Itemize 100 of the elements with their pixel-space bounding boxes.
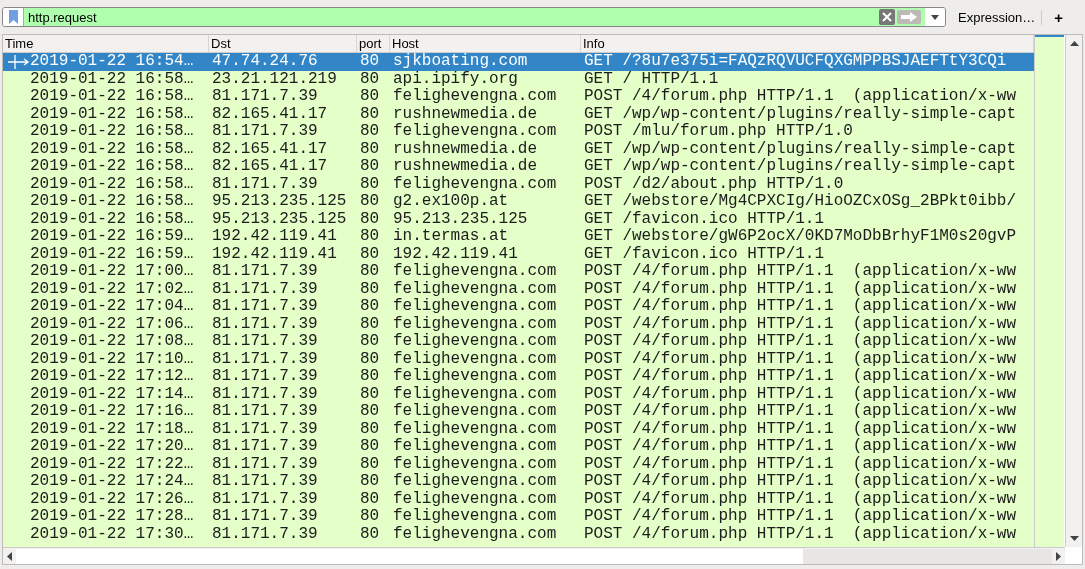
table-cell: GET /favicon.ico HTTP/1.1 [584, 210, 825, 228]
scroll-down-icon[interactable] [1069, 536, 1079, 541]
table-cell: 81.171.7.39 [212, 438, 318, 456]
table-cell: 2019-01-22 16:58… [30, 70, 194, 88]
table-cell: felighevengna.com [393, 508, 557, 526]
table-cell: 95.213.235.125 [393, 210, 528, 228]
table-cell: 80 [360, 105, 380, 123]
table-cell: GET /wp/wp-content/plugins/really-simple-capt [584, 105, 1017, 123]
table-cell: 81.171.7.39 [212, 420, 318, 438]
table-cell: 81.171.7.39 [212, 455, 318, 473]
table-cell: 2019-01-22 17:10… [30, 350, 194, 368]
table-cell: 81.171.7.39 [212, 88, 318, 106]
table-cell: felighevengna.com [393, 315, 557, 333]
table-cell: POST /4/forum.php HTTP/1.1 (application/x-ww [584, 420, 1017, 438]
table-cell: POST /4/forum.php HTTP/1.1 (application/x-ww [584, 525, 1017, 543]
scroll-right-icon[interactable] [1056, 551, 1061, 561]
table-cell: 95.213.235.125 [212, 193, 347, 211]
scroll-left-icon[interactable] [7, 551, 12, 561]
table-cell: 81.171.7.39 [212, 525, 318, 543]
dropdown-caret-icon[interactable] [931, 14, 939, 20]
table-cell: 2019-01-22 16:58… [30, 88, 194, 106]
packet-row[interactable]: 2019-01-22 16:54… 47.74.24.76 80 sjkboating.com GET /?8u7e375i=FAQzRQVUCFQXGMPPBSJAEFTtY3CQi [3, 53, 1034, 71]
table-cell: 81.171.7.39 [212, 473, 318, 491]
table-cell: 80 [360, 140, 380, 158]
table-cell: 80 [360, 350, 380, 368]
table-cell: g2.ex100p.at [393, 193, 509, 211]
table-cell: 80 [360, 473, 380, 491]
table-cell: 80 [360, 228, 380, 246]
vertical-scrollbar[interactable] [1065, 35, 1082, 547]
table-cell: 80 [360, 53, 380, 71]
column-header[interactable]: Time [3, 35, 209, 52]
table-cell: 2019-01-22 16:58… [30, 140, 194, 158]
table-cell: 81.171.7.39 [212, 263, 318, 281]
table-cell: 2019-01-22 16:59… [30, 228, 194, 246]
table-cell: felighevengna.com [393, 403, 557, 421]
table-cell: POST /4/forum.php HTTP/1.1 (application/x-ww [584, 473, 1017, 491]
column-header[interactable]: Host [390, 35, 581, 52]
table-cell: 192.42.119.41 [393, 245, 518, 263]
table-cell: felighevengna.com [393, 175, 557, 193]
table-cell: 80 [360, 315, 380, 333]
table-cell: 2019-01-22 17:30… [30, 525, 194, 543]
clear-icon[interactable] [879, 9, 895, 25]
bookmark-icon[interactable] [8, 10, 18, 24]
table-cell: felighevengna.com [393, 455, 557, 473]
table-cell: felighevengna.com [393, 333, 557, 351]
related-arrow-icon [8, 54, 30, 69]
table-cell: sjkboating.com [393, 53, 528, 71]
table-cell: 80 [360, 263, 380, 281]
table-cell: 80 [360, 525, 380, 543]
filter-field[interactable]: http.request [2, 7, 946, 27]
column-header[interactable]: port [357, 35, 390, 52]
table-cell: 2019-01-22 16:54… [30, 53, 194, 71]
table-cell: felighevengna.com [393, 368, 557, 386]
table-cell: 2019-01-22 17:22… [30, 455, 194, 473]
table-cell: 2019-01-22 16:58… [30, 193, 194, 211]
expression-button[interactable]: Expression… [952, 9, 1043, 25]
table-cell: 81.171.7.39 [212, 368, 318, 386]
column-header[interactable]: Dst [209, 35, 357, 52]
add-button[interactable]: + [1048, 8, 1070, 26]
table-cell: POST /4/forum.php HTTP/1.1 (application/x-ww [584, 298, 1017, 316]
table-cell: POST /4/forum.php HTTP/1.1 (application/x-ww [584, 333, 1017, 351]
table-cell: 95.213.235.125 [212, 210, 347, 228]
table-cell: 2019-01-22 17:24… [30, 473, 194, 491]
table-cell: 2019-01-22 17:18… [30, 420, 194, 438]
table-cell: POST /4/forum.php HTTP/1.1 (application/x-ww [584, 455, 1017, 473]
table-cell: GET /wp/wp-content/plugins/really-simple-capt [584, 158, 1017, 176]
table-cell: POST /4/forum.php HTTP/1.1 (application/x-ww [584, 88, 1017, 106]
table-cell: 80 [360, 193, 380, 211]
table-cell: GET /?8u7e375i=FAQzRQVUCFQXGMPPBSJAEFTtY3CQi [584, 53, 1007, 71]
table-cell: 81.171.7.39 [212, 123, 318, 141]
horizontal-scrollbar[interactable] [3, 547, 1065, 564]
table-cell: POST /4/forum.php HTTP/1.1 (application/x-ww [584, 385, 1017, 403]
table-cell: 81.171.7.39 [212, 280, 318, 298]
scroll-up-icon[interactable] [1069, 41, 1079, 46]
table-cell: 192.42.119.41 [212, 228, 337, 246]
table-cell: POST /4/forum.php HTTP/1.1 (application/x-ww [584, 368, 1017, 386]
table-cell: rushnewmedia.de [393, 158, 538, 176]
table-cell: felighevengna.com [393, 385, 557, 403]
table-cell: 80 [360, 123, 380, 141]
table-cell: 80 [360, 158, 380, 176]
table-cell: 80 [360, 298, 380, 316]
table-cell: POST /4/forum.php HTTP/1.1 (application/x-ww [584, 403, 1017, 421]
table-cell: GET /webstore/Mg4CPXCIg/HioOZCxOSg_2BPkt0ibb/ [584, 193, 1017, 211]
table-cell: 2019-01-22 16:58… [30, 123, 194, 141]
table-cell: 2019-01-22 17:12… [30, 368, 194, 386]
table-cell: 80 [360, 490, 380, 508]
table-cell: in.termas.at [393, 228, 509, 246]
table-cell: 81.171.7.39 [212, 298, 318, 316]
table-cell: 2019-01-22 17:14… [30, 385, 194, 403]
table-cell: 80 [360, 420, 380, 438]
table-cell: 23.21.121.219 [212, 70, 337, 88]
table-cell: 80 [360, 210, 380, 228]
table-cell: 2019-01-22 17:26… [30, 490, 194, 508]
table-cell: GET /favicon.ico HTTP/1.1 [584, 245, 825, 263]
table-cell: 2019-01-22 16:59… [30, 245, 194, 263]
table-cell: 47.74.24.76 [212, 53, 318, 71]
table-cell: 2019-01-22 17:20… [30, 438, 194, 456]
display-filter-field[interactable]: http.request [24, 8, 879, 26]
table-cell: 2019-01-22 16:58… [30, 175, 194, 193]
table-cell: 81.171.7.39 [212, 175, 318, 193]
